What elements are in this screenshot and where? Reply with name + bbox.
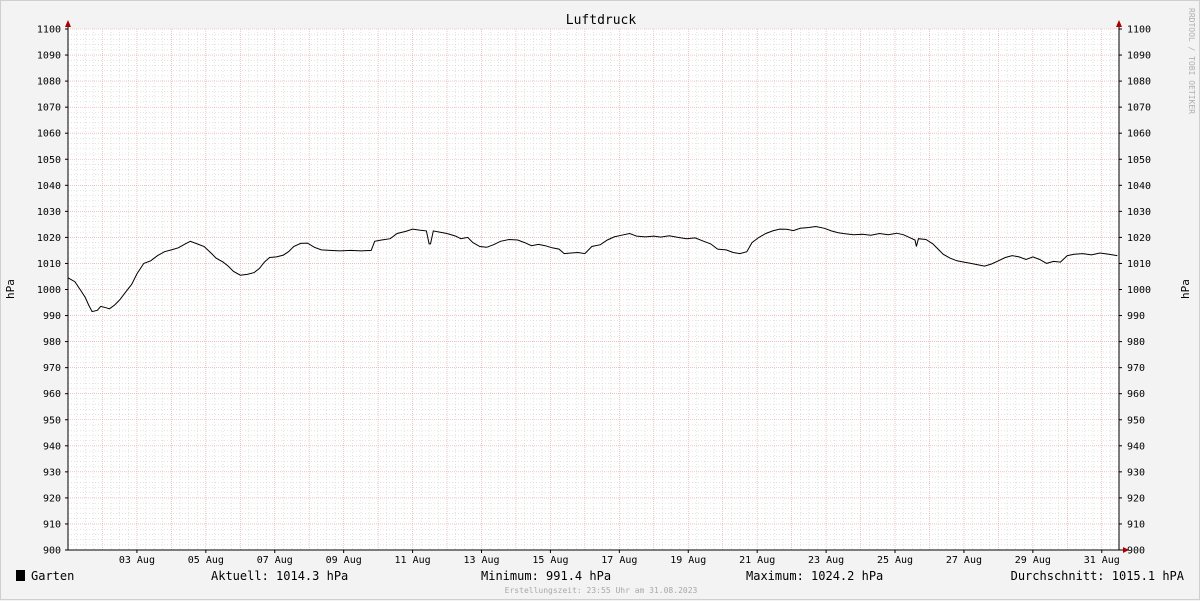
x-tick-label: 09 Aug: [326, 555, 362, 566]
x-tick-label: 11 Aug: [395, 555, 431, 566]
y-tick-label-right: 900: [1127, 546, 1145, 557]
y-tick-label-left: 1050: [37, 155, 61, 166]
y-tick-label-left: 900: [43, 546, 61, 557]
y-tick-label-right: 1040: [1127, 181, 1151, 192]
y-tick-label-right: 910: [1127, 519, 1145, 530]
y-tick-label-left: 1000: [37, 285, 61, 296]
y-tick-label-left: 1080: [37, 77, 61, 88]
y-tick-label-right: 950: [1127, 415, 1145, 426]
x-tick-label: 29 Aug: [1015, 555, 1051, 566]
legend-current: Aktuell: 1014.3 hPa: [211, 569, 348, 583]
y-tick-label-left: 910: [43, 519, 61, 530]
y-tick-label-right: 1050: [1127, 155, 1151, 166]
pressure-chart: 900 910 920 930 940 950 960 970 980 990 1000 1010 10…: [4, 8, 1196, 595]
y-axis-label-right: hPa: [1179, 279, 1192, 299]
y-tick-label-left: 1030: [37, 207, 61, 218]
y-axis-label-left: hPa: [4, 279, 17, 299]
y-tick-label-left: 920: [43, 493, 61, 504]
x-tick-label: 13 Aug: [463, 555, 499, 566]
x-tick-label: 15 Aug: [532, 555, 568, 566]
x-ticks: 03 Aug 05 Aug 07 Aug 09 Aug 11 Aug 13 Aug 15 A…: [119, 550, 1120, 566]
y-tick-label-right: 1000: [1127, 285, 1151, 296]
chart-frame: 900 910 920 930 940 950 960 970 980 990 1000 1010 10…: [0, 0, 1200, 600]
y-tick-label-right: 1020: [1127, 233, 1151, 244]
y-tick-label-right: 1010: [1127, 259, 1151, 270]
y-tick-label-left: 1070: [37, 103, 61, 114]
y-tick-label-left: 970: [43, 363, 61, 374]
side-credit: RRDTOOL / TOBI OETIKER: [1187, 8, 1196, 114]
y-tick-label-left: 1020: [37, 233, 61, 244]
y-ticks-left: 900 910 920 930 940 950 960 970 980 990 1000 1010 10…: [37, 25, 68, 557]
y-tick-label-left: 950: [43, 415, 61, 426]
x-tick-label: 25 Aug: [877, 555, 913, 566]
y-tick-label-right: 940: [1127, 441, 1145, 452]
x-tick-label: 17 Aug: [601, 555, 637, 566]
x-tick-label: 19 Aug: [670, 555, 706, 566]
legend-series-name: Garten: [31, 569, 74, 583]
y-axis-arrow-left: [65, 20, 71, 27]
x-tick-label: 07 Aug: [257, 555, 293, 566]
y-tick-label-right: 960: [1127, 389, 1145, 400]
y-tick-label-right: 1090: [1127, 51, 1151, 62]
y-tick-label-left: 1040: [37, 181, 61, 192]
y-tick-label-left: 1010: [37, 259, 61, 270]
footer-timestamp: Erstellungszeit: 23:55 Uhr am 31.08.2023: [505, 586, 698, 595]
y-tick-label-left: 930: [43, 467, 61, 478]
y-tick-label-right: 1070: [1127, 103, 1151, 114]
y-tick-label-right: 1080: [1127, 77, 1151, 88]
y-tick-label-right: 990: [1127, 311, 1145, 322]
legend-minimum: Minimum: 991.4 hPa: [481, 569, 611, 583]
y-tick-label-right: 920: [1127, 493, 1145, 504]
y-tick-label-right: 1100: [1127, 25, 1151, 36]
x-tick-label: 31 Aug: [1084, 555, 1120, 566]
y-tick-label-left: 980: [43, 337, 61, 348]
y-tick-label-right: 930: [1127, 467, 1145, 478]
x-tick-label: 27 Aug: [946, 555, 982, 566]
y-tick-label-left: 1060: [37, 129, 61, 140]
y-ticks-right: 900 910 920 930 940 950 960 970 980 990 1000 1010 10…: [1119, 25, 1151, 557]
y-tick-label-left: 960: [43, 389, 61, 400]
y-tick-label-right: 970: [1127, 363, 1145, 374]
y-tick-label-right: 1030: [1127, 207, 1151, 218]
y-tick-label-left: 1090: [37, 51, 61, 62]
legend-swatch: [16, 570, 25, 581]
y-tick-label-right: 980: [1127, 337, 1145, 348]
y-tick-label-left: 940: [43, 441, 61, 452]
legend-maximum: Maximum: 1024.2 hPa: [746, 569, 883, 583]
y-tick-label-left: 1100: [37, 25, 61, 36]
x-tick-label: 23 Aug: [808, 555, 844, 566]
x-tick-label: 21 Aug: [739, 555, 775, 566]
chart-title: Luftdruck: [566, 13, 637, 28]
legend-average: Durchschnitt: 1015.1 hPA: [1011, 569, 1185, 583]
x-tick-label: 05 Aug: [188, 555, 224, 566]
x-tick-label: 03 Aug: [119, 555, 155, 566]
y-tick-label-left: 990: [43, 311, 61, 322]
y-axis-arrow-right: [1116, 20, 1122, 27]
y-tick-label-right: 1060: [1127, 129, 1151, 140]
